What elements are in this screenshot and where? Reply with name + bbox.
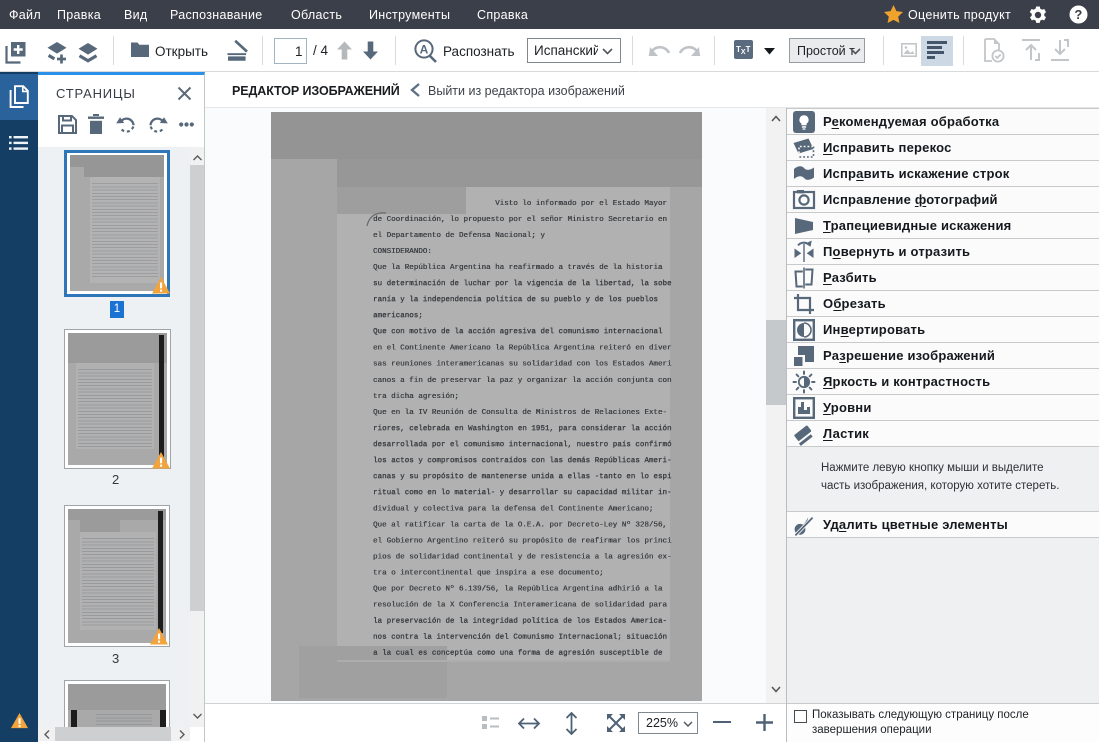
svg-text:A: A (420, 43, 429, 57)
svg-text:?: ? (1074, 7, 1082, 22)
